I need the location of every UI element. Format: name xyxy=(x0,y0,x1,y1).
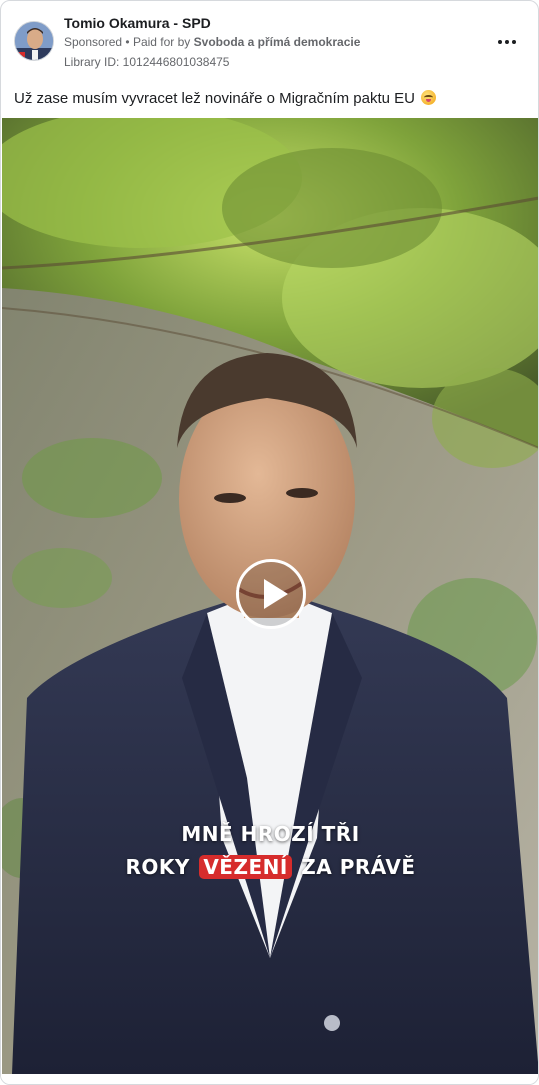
play-icon xyxy=(264,579,288,609)
subtitle-highlight: VĚZENÍ xyxy=(199,855,292,879)
library-id: Library ID: 1012446801038475 xyxy=(64,55,230,69)
sponsored-label: Sponsored xyxy=(64,35,123,49)
separator: • xyxy=(125,35,130,49)
more-horizontal-icon xyxy=(498,40,502,44)
video-subtitle-line2: ROKY VĚZENÍ ZA PRÁVĚ xyxy=(2,855,538,879)
video-subtitle-line1: MNĚ HROZÍ TŘI xyxy=(181,822,360,846)
post-header: Tomio Okamura - SPD Sponsored • Paid for… xyxy=(1,1,538,119)
post-caption: Už zase musím vyvracet lež novináře o Mi… xyxy=(14,90,437,107)
subtitle-text: ROKY xyxy=(125,855,190,879)
video-player[interactable]: MNĚ HROZÍ TŘI ROKY VĚZENÍ ZA PRÁVĚ xyxy=(2,118,538,1074)
sponsored-line: Sponsored • Paid for by Svoboda a přímá … xyxy=(64,35,360,49)
page-name[interactable]: Tomio Okamura - SPD xyxy=(64,15,211,31)
caption-text: Už zase musím vyvracet lež novináře o Mi… xyxy=(14,90,415,107)
play-button[interactable] xyxy=(236,559,306,629)
more-options-button[interactable] xyxy=(494,31,520,53)
rolling-eyes-emoji-icon xyxy=(421,90,437,105)
paid-for-label: Paid for by xyxy=(132,35,191,49)
card-footer xyxy=(1,1074,538,1084)
page-avatar[interactable] xyxy=(14,21,54,61)
subtitle-text: ZA PRÁVĚ xyxy=(301,855,416,879)
ad-card: Tomio Okamura - SPD Sponsored • Paid for… xyxy=(0,0,539,1085)
payer-name[interactable]: Svoboda a přímá demokracie xyxy=(194,35,361,49)
